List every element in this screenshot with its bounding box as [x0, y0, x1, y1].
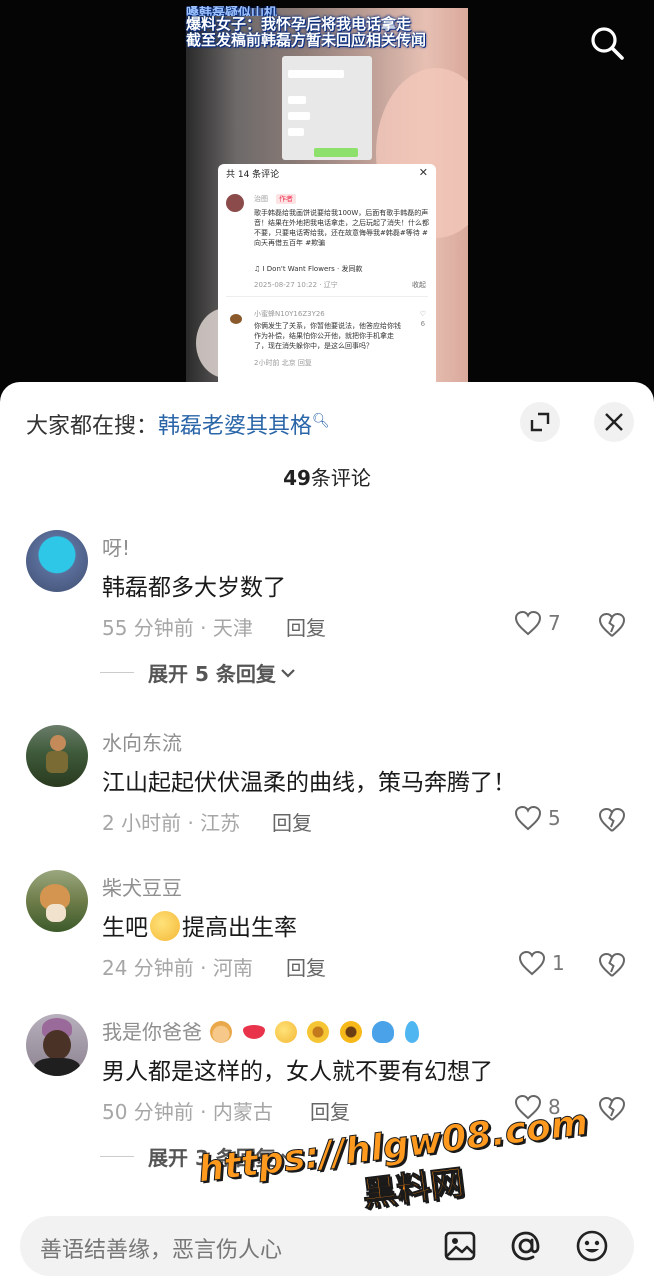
avatar[interactable] — [26, 725, 88, 787]
chevron-down-icon — [281, 668, 295, 678]
broken-heart-icon[interactable] — [598, 612, 626, 638]
comment-username[interactable]: 柴犬豆豆 — [102, 872, 182, 901]
comment-meta: 50 分钟前 · 内蒙古 — [102, 1100, 273, 1124]
chat-screenshot — [282, 56, 372, 160]
heart-icon — [514, 610, 542, 636]
comment-meta: 24 分钟前 · 河南 — [102, 956, 253, 980]
droplet-emoji-icon — [404, 1021, 419, 1043]
comment-meta: 55 分钟前 · 天津 — [102, 616, 253, 640]
comment-username[interactable]: 水向东流 — [102, 727, 182, 756]
comment-text: 韩磊都多大岁数了 — [102, 575, 286, 601]
broken-heart-icon[interactable] — [598, 807, 626, 833]
expand-replies-button[interactable]: 展开 5 条回复 — [100, 658, 296, 687]
video-headline: 嗓韩磊疑似山机 爆料女子：我怀孕后将我电话拿走 截至发稿前韩磊方暂未回应相关传闻 — [186, 6, 427, 49]
search-icon[interactable] — [588, 24, 626, 62]
avatar[interactable] — [26, 530, 88, 592]
smile-emoji-icon — [275, 1021, 298, 1043]
comment-username[interactable]: 呀! — [102, 532, 130, 561]
emoji-icon[interactable] — [574, 1228, 610, 1264]
comment-username[interactable]: 我是你爸爸 — [102, 1016, 421, 1045]
flower-emoji-icon — [307, 1021, 330, 1043]
like-button[interactable]: 7 — [514, 610, 561, 636]
broken-heart-icon[interactable] — [598, 1096, 626, 1122]
reply-button[interactable]: 回复 — [310, 1096, 350, 1125]
expand-icon — [530, 412, 550, 432]
trending-search-prefix: 大家都在搜： — [26, 414, 159, 439]
avatar[interactable] — [26, 870, 88, 932]
like-button[interactable]: 1 — [518, 950, 565, 976]
comment-meta: 2 小时前 · 江苏 — [102, 811, 241, 835]
video-player[interactable]: 嗓韩磊疑似山机 爆料女子：我怀孕后将我电话拿走 截至发稿前韩磊方暂未回应相关传闻… — [0, 0, 654, 400]
like-count: 1 — [552, 951, 565, 975]
image-icon[interactable] — [442, 1228, 478, 1264]
sunflower-emoji-icon — [339, 1021, 362, 1043]
avatar[interactable] — [26, 1014, 88, 1076]
whale-emoji-icon — [372, 1021, 395, 1043]
lips-emoji-icon — [242, 1025, 265, 1039]
close-button[interactable] — [594, 402, 634, 442]
expand-sheet-button[interactable] — [520, 402, 560, 442]
heart-icon — [514, 805, 542, 831]
like-count: 7 — [548, 611, 561, 635]
trending-search-keyword[interactable]: 韩磊老婆其其格 — [158, 414, 312, 439]
like-button[interactable]: 5 — [514, 805, 561, 831]
comment-text: 男人都是这样的，女人就不要有幻想了 — [102, 1059, 493, 1085]
comment-count: 49条评论 — [283, 466, 371, 490]
heart-icon — [518, 950, 546, 976]
comment-text: 生吧 提高出生率 — [102, 908, 297, 942]
man-emoji-icon — [210, 1021, 233, 1043]
broken-heart-icon[interactable] — [598, 952, 626, 978]
mention-icon[interactable] — [508, 1228, 544, 1264]
comment-text: 江山起起伏伏温柔的曲线，策马奔腾了！ — [102, 770, 516, 796]
reply-button[interactable]: 回复 — [272, 807, 312, 836]
close-icon — [605, 413, 623, 431]
like-count: 5 — [548, 806, 561, 830]
search-small-icon: 🔍︎ — [312, 413, 330, 429]
reply-button[interactable]: 回复 — [286, 612, 326, 641]
trending-search[interactable]: 大家都在搜：韩磊老婆其其格🔍︎ — [26, 408, 330, 440]
reply-button[interactable]: 回复 — [286, 952, 326, 981]
thinking-emoji-icon — [150, 911, 180, 941]
comment-screenshot: 共 14 条评论 ✕ 治图 作者 歌手韩磊给我画饼说要给我100W，后面有歌手韩… — [218, 164, 436, 400]
